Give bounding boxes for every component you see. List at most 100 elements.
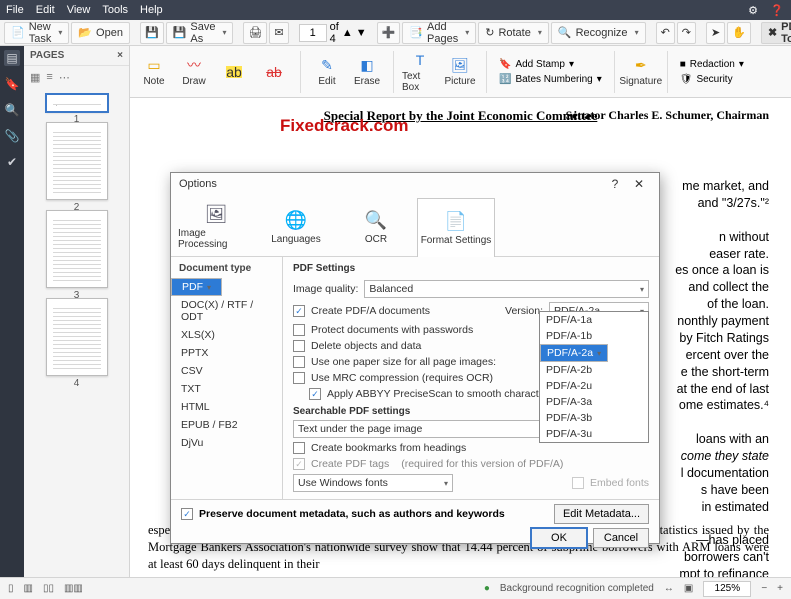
save-icon[interactable]: 💾 [140,22,164,44]
tab-image-processing[interactable]: 🖼Image Processing [177,197,255,256]
doctype-pdf[interactable]: PDF [171,278,222,296]
search-rail-icon[interactable]: 🔍 [4,102,20,118]
view-single-icon[interactable]: ▯ [8,583,14,594]
add-stamp-menu[interactable]: 🔖 Add Stamp ▾ [495,58,606,71]
page-thumb[interactable]: 4 [46,298,108,376]
picture-tool[interactable]: 🖼Picture [442,50,478,94]
bookmarks-checkbox[interactable] [293,442,305,454]
view-two-cont-icon[interactable]: ▥▥ [64,583,83,594]
page-thumb[interactable]: 1 [46,94,108,112]
stamp-rail-icon[interactable]: ✔ [4,154,20,170]
add-page-icon[interactable]: ➕ [377,22,401,44]
pointer-icon[interactable]: ➤ [706,22,725,44]
bg-status: Background recognition completed [500,583,654,594]
version-option[interactable]: PDF/A-2u [540,378,648,394]
version-option[interactable]: PDF/A-1b [540,328,648,344]
zoom-out-icon[interactable]: − [761,583,767,594]
mrc-checkbox[interactable] [293,372,305,384]
signature-tool[interactable]: ✒Signature [623,50,659,94]
zoom-input[interactable] [703,581,751,597]
help-icon[interactable]: ❓ [769,2,785,18]
menu-view[interactable]: View [67,4,91,16]
gear-icon[interactable]: ⚙ [745,2,761,18]
dialog-help-icon[interactable]: ? [603,177,627,191]
pages-view-list-icon[interactable]: ≡ [46,71,52,83]
pages-more-icon[interactable]: ⋯ [59,71,70,84]
pdftags-checkbox [293,458,305,470]
cancel-button[interactable]: Cancel [593,528,649,548]
doctype-xls[interactable]: XLS(X) [171,326,282,344]
open-button[interactable]: 📂 Open [71,22,130,44]
doctype-djvu[interactable]: DjVu [171,434,282,452]
page-down-icon[interactable]: ▼ [356,27,367,39]
delete-checkbox[interactable] [293,340,305,352]
add-pages-button[interactable]: 📑 Add Pages [402,22,476,44]
undo-icon[interactable]: ↶ [656,22,675,44]
page-thumb[interactable]: 2 [46,122,108,200]
save-as-button[interactable]: 💾 Save As [166,22,234,44]
page-up-icon[interactable]: ▲ [342,27,353,39]
create-pdfa-checkbox[interactable] [293,305,305,317]
textbox-tool[interactable]: TText Box [402,50,438,94]
redaction-menu[interactable]: ■ Redaction ▾ [676,58,748,71]
doctype-txt[interactable]: TXT [171,380,282,398]
version-option[interactable]: PDF/A-3a [540,394,648,410]
abbyy-checkbox[interactable] [309,388,321,400]
rotate-button[interactable]: ↻ Rotate [478,22,549,44]
version-option[interactable]: PDF/A-2b [540,362,648,378]
view-two-icon[interactable]: ▯▯ [43,583,54,594]
pages-close-icon[interactable]: × [117,50,123,61]
security-menu[interactable]: 🛡 Security [676,73,748,86]
bookmarks-rail-icon[interactable]: 🔖 [4,76,20,92]
bates-menu[interactable]: 🔢 Bates Numbering ▾ [495,73,606,86]
draw-tool[interactable]: 〰Draw [176,50,212,94]
menu-help[interactable]: Help [140,4,163,16]
menu-edit[interactable]: Edit [36,4,55,16]
preserve-metadata-checkbox[interactable] [181,508,193,520]
mail-icon[interactable]: ✉ [269,22,288,44]
version-option[interactable]: PDF/A-2a [540,344,608,362]
zoom-in-icon[interactable]: + [777,583,783,594]
note-tool[interactable]: ▭Note [136,50,172,94]
menu-tools[interactable]: Tools [102,4,128,16]
view-continuous-icon[interactable]: ▥ [24,583,33,594]
fit-page-icon[interactable]: ▣ [684,583,693,594]
recognize-button[interactable]: 🔍 Recognize [551,22,646,44]
doctype-epub[interactable]: EPUB / FB2 [171,416,282,434]
doc-author: Senator Charles E. Schumer, Chairman [566,108,769,123]
tab-languages[interactable]: 🌐Languages [257,197,335,256]
version-option[interactable]: PDF/A-3b [540,410,648,426]
attach-rail-icon[interactable]: 📎 [4,128,20,144]
new-task-button[interactable]: 📄 New Task [4,22,69,44]
doctype-pptx[interactable]: PPTX [171,344,282,362]
page-current-input[interactable] [299,24,327,42]
tab-ocr[interactable]: 🔍OCR [337,197,415,256]
fit-width-icon[interactable]: ↔ [664,583,674,594]
protect-checkbox[interactable] [293,324,305,336]
redo-icon[interactable]: ↷ [677,22,696,44]
highlight-tool[interactable]: ab [216,50,252,94]
pdf-tools-button[interactable]: ✖ PDF Tools [761,22,791,44]
doctype-csv[interactable]: CSV [171,362,282,380]
version-option[interactable]: PDF/A-1a [540,312,648,328]
tab-format-settings[interactable]: 📄Format Settings [417,198,495,257]
version-option[interactable]: PDF/A-3u [540,426,648,442]
fonts-select[interactable]: Use Windows fonts [293,474,453,492]
image-quality-select[interactable]: Balanced [364,280,649,298]
print-icon[interactable]: 🖨 [243,22,267,44]
onesize-checkbox[interactable] [293,356,305,368]
doctype-label: Document type [171,263,282,278]
edit-tool[interactable]: ✎Edit [309,50,345,94]
page-thumb[interactable]: 3 [46,210,108,288]
pages-rail-icon[interactable]: ▤ [4,50,20,66]
edit-metadata-button[interactable]: Edit Metadata... [554,504,649,524]
dialog-close-icon[interactable]: ✕ [627,177,651,191]
menu-file[interactable]: File [6,4,24,16]
strike-tool[interactable]: ab [256,50,292,94]
ok-button[interactable]: OK [531,528,587,548]
pages-view-grid-icon[interactable]: ▦ [30,71,40,84]
doctype-html[interactable]: HTML [171,398,282,416]
hand-icon[interactable]: ✋ [727,22,751,44]
doctype-doc[interactable]: DOC(X) / RTF / ODT [171,296,282,326]
erase-tool[interactable]: ◧Erase [349,50,385,94]
